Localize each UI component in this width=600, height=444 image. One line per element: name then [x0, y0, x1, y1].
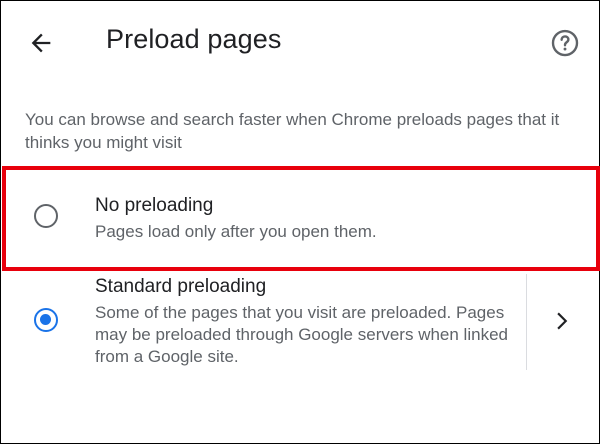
option-standard-preloading[interactable]: Standard preloading Some of the pages th… [1, 273, 599, 373]
option-subtitle: Pages load only after you open them. [95, 222, 377, 241]
app-bar: Preload pages [1, 1, 599, 85]
radio-no-preloading[interactable] [34, 204, 58, 228]
settings-screen: Preload pages You can browse and search … [0, 0, 600, 444]
help-button[interactable] [543, 21, 587, 65]
option-title: Standard preloading [95, 276, 267, 297]
help-circle-icon [551, 29, 579, 57]
page-title: Preload pages [106, 24, 282, 54]
arrow-back-icon [31, 33, 51, 53]
description-text: You can browse and search faster when Ch… [25, 110, 560, 152]
standard-preloading-details-button[interactable] [539, 299, 583, 343]
option-subtitle: Some of the pages that you visit are pre… [95, 303, 508, 366]
chevron-right-icon [557, 312, 568, 330]
radio-standard-preloading[interactable] [34, 308, 58, 332]
radio-selected-dot [40, 314, 51, 325]
option-title: No preloading [95, 195, 214, 216]
back-button[interactable] [19, 21, 63, 65]
option-no-preloading[interactable]: No preloading Pages load only after you … [1, 168, 599, 267]
vertical-divider [526, 274, 527, 370]
